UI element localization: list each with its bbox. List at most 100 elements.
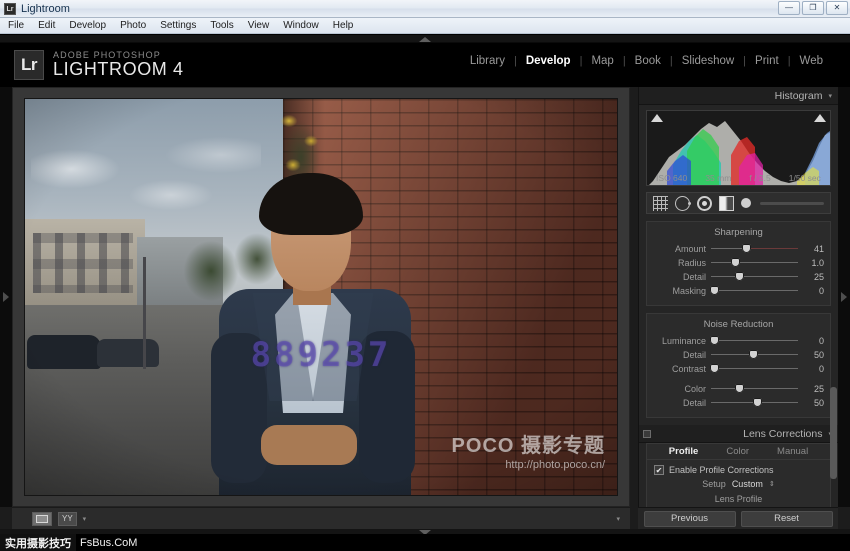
menu-item-settings[interactable]: Settings [160, 20, 196, 31]
histogram-graph[interactable]: ISO 640 35 mm f / 2.5 1/50 sec [646, 110, 831, 186]
slider-value[interactable]: 50 [798, 398, 824, 408]
setup-row[interactable]: Setup Custom ⇕ [654, 479, 823, 489]
enable-profile-corrections-row[interactable]: ✔ Enable Profile Corrections [654, 465, 823, 475]
menu-item-develop[interactable]: Develop [69, 20, 106, 31]
minimize-icon: — [785, 3, 793, 12]
red-eye-icon[interactable] [697, 195, 712, 211]
chevron-down-icon[interactable]: ▾ [83, 515, 87, 523]
toolbar-options-chevron-icon[interactable]: ▾ [616, 515, 620, 523]
slider-knob[interactable] [709, 286, 719, 295]
lens-corrections-switch-icon[interactable] [643, 429, 651, 438]
setup-value[interactable]: Custom [732, 479, 763, 489]
slider-label: Luminance [661, 335, 706, 346]
slider-track-area[interactable] [711, 257, 798, 268]
loupe-view-icon[interactable] [32, 511, 52, 526]
slider-track [711, 368, 798, 369]
menu-item-help[interactable]: Help [333, 20, 354, 31]
slider-track-area[interactable] [711, 349, 798, 360]
slider-knob[interactable] [742, 244, 752, 253]
right-panel-scrollbar[interactable] [830, 387, 837, 479]
left-panel-collapse-strip[interactable] [0, 87, 12, 507]
slider-value[interactable]: 0 [798, 364, 824, 374]
module-map[interactable]: Map [582, 55, 622, 67]
checkbox-checked-icon[interactable]: ✔ [654, 465, 664, 475]
slider-knob[interactable] [752, 398, 762, 407]
histogram-header[interactable]: Histogram ▾ [639, 87, 838, 105]
module-web[interactable]: Web [791, 55, 832, 67]
slider-row-radius[interactable]: Radius 1.0 [653, 256, 824, 269]
brush-size-slider[interactable] [760, 201, 824, 205]
spot-removal-icon[interactable] [675, 195, 691, 211]
slider-track-area[interactable] [709, 285, 798, 296]
shadow-clipping-icon[interactable] [651, 114, 663, 122]
module-library[interactable]: Library [461, 55, 514, 67]
slider-track-area[interactable] [711, 271, 798, 282]
photo-canvas[interactable]: 889237 POCO 摄影专题 http://photo.poco.cn/ [12, 87, 630, 507]
close-button[interactable]: ✕ [826, 1, 848, 15]
slider-row-detail[interactable]: Detail 25 [653, 270, 824, 283]
slider-track-area[interactable] [711, 383, 798, 394]
menu-item-edit[interactable]: Edit [38, 20, 55, 31]
menu-item-file[interactable]: File [8, 20, 24, 31]
slider-row-luminance[interactable]: Luminance 0 [653, 334, 824, 347]
slider-track-area[interactable] [709, 335, 798, 346]
slider-track [711, 290, 798, 291]
previous-button[interactable]: Previous [643, 510, 736, 527]
photo-car-one [27, 335, 101, 369]
chevron-down-icon[interactable]: ▾ [828, 92, 832, 100]
slider-row-contrast[interactable]: Contrast 0 [653, 362, 824, 375]
adjustment-brush-icon[interactable] [741, 198, 751, 208]
slider-value[interactable]: 1.0 [798, 258, 824, 268]
minimize-button[interactable]: — [778, 1, 800, 15]
slider-knob[interactable] [735, 384, 745, 393]
up-down-arrows-icon[interactable]: ⇕ [769, 480, 775, 488]
top-panel-collapse-bar[interactable] [0, 35, 850, 43]
exif-shutter: 1/50 sec [788, 173, 821, 183]
maximize-icon: ❐ [809, 3, 817, 12]
slider-track-area[interactable] [711, 243, 798, 254]
slider-value[interactable]: 41 [798, 244, 824, 254]
slider-row-color[interactable]: Color 25 [653, 382, 824, 395]
slider-track-area[interactable] [709, 363, 798, 374]
lens-corrections-header[interactable]: Lens Corrections ▾ [639, 425, 838, 443]
before-after-button[interactable]: YY [58, 511, 77, 526]
slider-knob[interactable] [709, 364, 719, 373]
menu-item-view[interactable]: View [248, 20, 270, 31]
module-slideshow[interactable]: Slideshow [673, 55, 743, 67]
slider-row-luminance-detail[interactable]: Detail 50 [653, 348, 824, 361]
slider-value[interactable]: 0 [798, 286, 824, 296]
slider-row-masking[interactable]: Masking 0 [653, 284, 824, 297]
crop-overlay-icon[interactable] [653, 195, 668, 211]
reset-button[interactable]: Reset [740, 510, 833, 527]
highlight-clipping-icon[interactable] [814, 114, 826, 122]
tool-strip [646, 192, 831, 214]
tab-profile[interactable]: Profile [655, 446, 713, 457]
slider-row-color-detail[interactable]: Detail 50 [653, 396, 824, 409]
maximize-button[interactable]: ❐ [802, 1, 824, 15]
slider-row-amount[interactable]: Amount 41 [653, 242, 824, 255]
module-develop[interactable]: Develop [517, 55, 580, 67]
slider-knob[interactable] [735, 272, 745, 281]
watermark-number: 889237 [250, 335, 392, 375]
module-book[interactable]: Book [626, 55, 670, 67]
slider-value[interactable]: 25 [798, 272, 824, 282]
photo-image[interactable]: 889237 POCO 摄影专题 http://photo.poco.cn/ [25, 99, 617, 495]
menu-item-photo[interactable]: Photo [120, 20, 146, 31]
menu-item-tools[interactable]: Tools [210, 20, 233, 31]
slider-track [711, 340, 798, 341]
menu-item-window[interactable]: Window [283, 20, 319, 31]
slider-knob[interactable] [749, 350, 759, 359]
tab-manual[interactable]: Manual [763, 446, 822, 457]
right-panel-collapse-strip[interactable] [838, 87, 850, 507]
slider-value[interactable]: 50 [798, 350, 824, 360]
module-print[interactable]: Print [746, 55, 788, 67]
slider-knob[interactable] [709, 336, 719, 345]
graduated-filter-icon[interactable] [719, 195, 734, 211]
slider-value[interactable]: 25 [798, 384, 824, 394]
app-icon: Lr [4, 2, 16, 15]
slider-value[interactable]: 0 [798, 336, 824, 346]
lens-corrections-body: ✔ Enable Profile Corrections Setup Custo… [646, 460, 831, 507]
slider-knob[interactable] [730, 258, 740, 267]
tab-color[interactable]: Color [712, 446, 763, 457]
slider-track-area[interactable] [711, 397, 798, 408]
